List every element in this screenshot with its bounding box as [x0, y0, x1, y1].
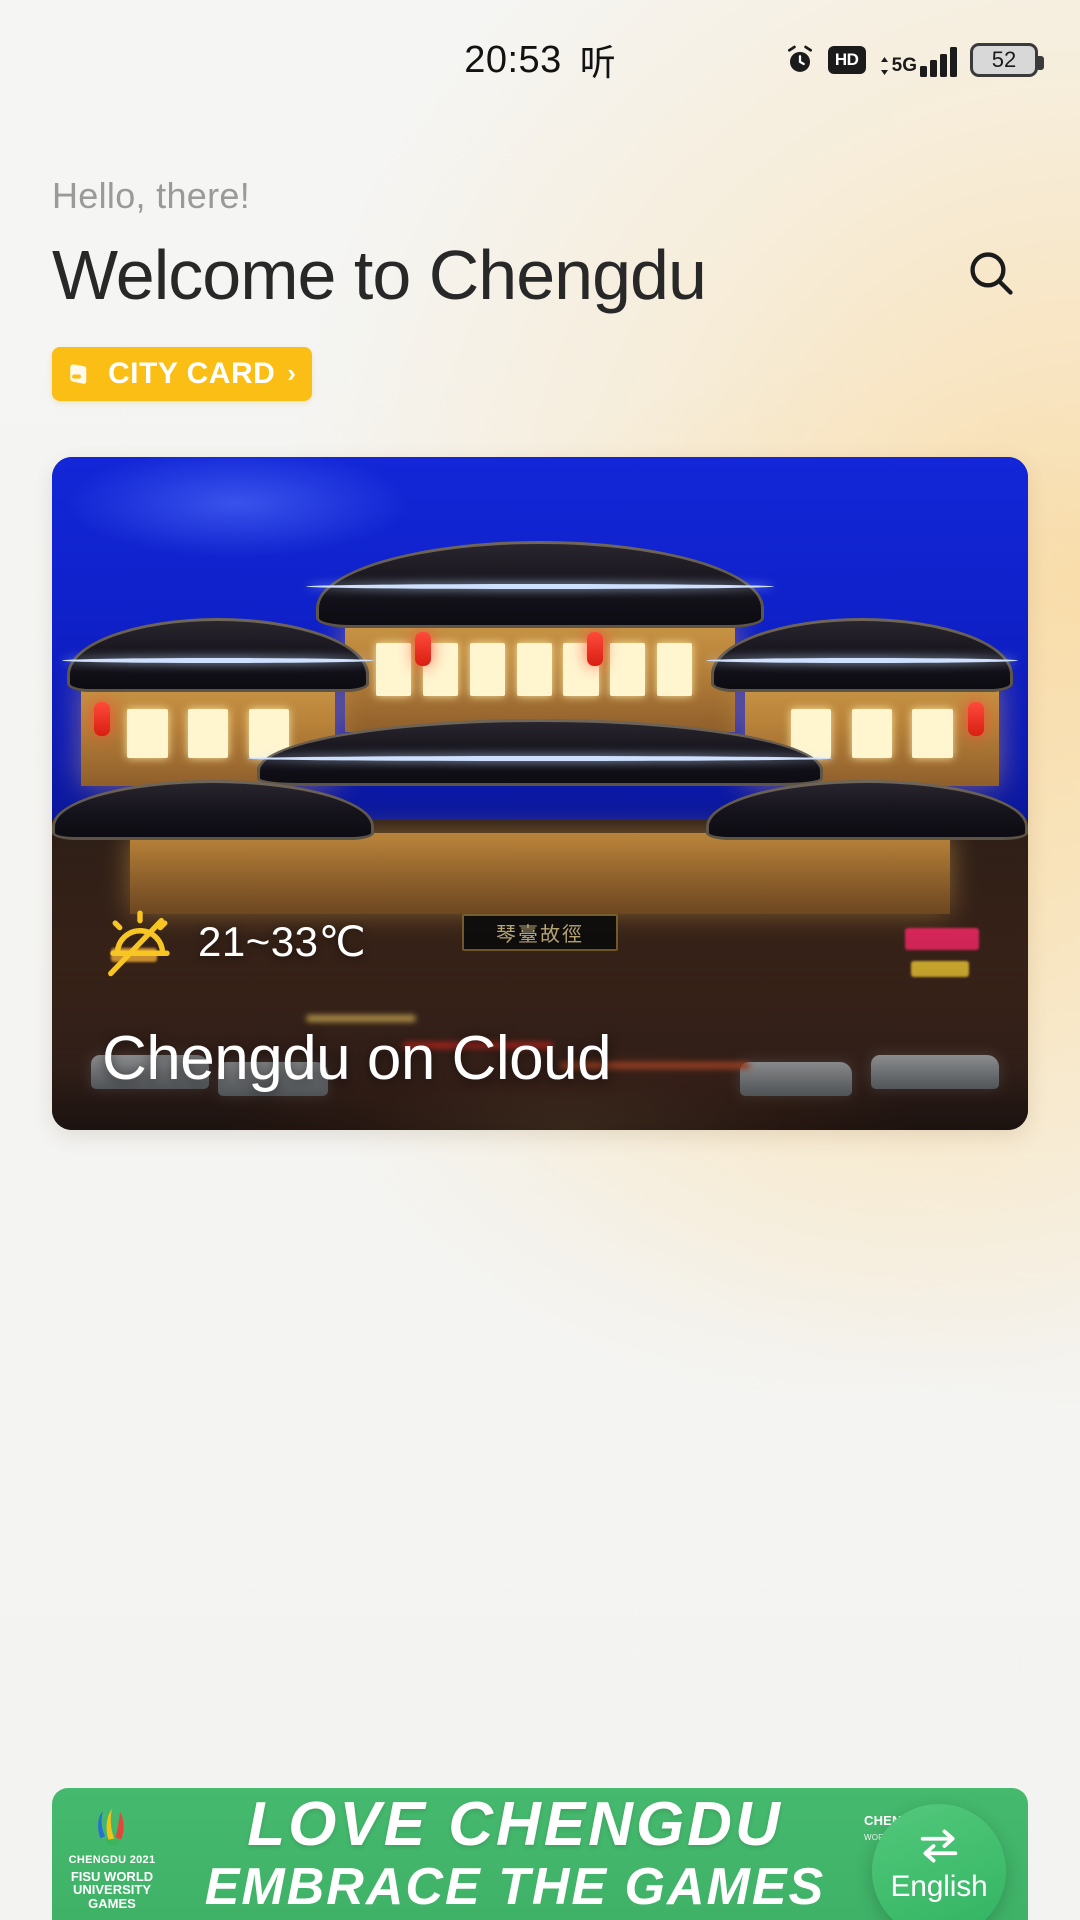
language-label: English	[890, 1870, 988, 1903]
hd-icon: HD	[827, 46, 866, 74]
banner-line-1: LOVE CHENGDU	[247, 1789, 783, 1859]
panorama-camera-icon	[868, 1271, 984, 1392]
city-card-label: CITY CARD	[108, 356, 276, 390]
category-item-recreation[interactable]: Recreation	[297, 1217, 526, 1519]
star-circle-icon	[353, 1271, 469, 1392]
alarm-clock-icon	[785, 45, 815, 75]
hero-card[interactable]: 琴臺故徑 21~33℃ Chengdu on Cloud	[52, 456, 1028, 1130]
network-type-label: 5G	[891, 55, 917, 76]
search-button[interactable]	[960, 245, 1022, 307]
status-bar-icons: HD 5G 52	[785, 0, 1044, 120]
battery-level-label: 52	[991, 47, 1017, 72]
category-item-scenic-area[interactable]: Scenic Area	[40, 1217, 268, 1519]
swap-arrows-icon	[916, 1826, 962, 1866]
category-tile[interactable]	[554, 1217, 783, 1446]
hero-title: Chengdu on Cloud	[102, 1023, 612, 1093]
title-row: Welcome to Chengdu	[52, 236, 1028, 314]
banner-logo-caption: CHENGDU 2021	[68, 1853, 156, 1866]
category-tile[interactable]	[811, 1217, 1040, 1446]
hero-weather: 21~33℃	[104, 906, 366, 978]
chengdu-games-logo-icon	[89, 1804, 135, 1850]
category-tile[interactable]	[297, 1217, 526, 1446]
pagination-dot[interactable]	[563, 1570, 585, 1593]
banner-text: LOVE CHENGDU EMBRACE THE GAMES	[172, 1789, 858, 1916]
category-label: 720	[894, 1475, 958, 1518]
video-camera-icon	[611, 1271, 727, 1392]
category-item-720[interactable]: 720	[811, 1217, 1040, 1519]
pagination-dot-active[interactable]	[495, 1570, 541, 1593]
status-bar: 20:53 听 HD 5G 52	[0, 0, 1080, 120]
search-icon	[965, 247, 1017, 304]
hero-temperature: 21~33℃	[198, 918, 367, 965]
network-signal-icon: 5G	[879, 43, 957, 77]
data-transfer-icon	[880, 56, 888, 75]
category-label: Recreation	[320, 1475, 503, 1518]
city-card-button[interactable]: CITY CARD ›	[52, 346, 312, 401]
category-label: Video	[620, 1475, 717, 1518]
sunrise-icon	[104, 906, 176, 978]
status-carrier-glyph: 听	[579, 43, 616, 84]
category-tile[interactable]	[40, 1217, 268, 1446]
greeting-text: Hello, there!	[52, 175, 250, 216]
hero-building-center	[344, 618, 736, 733]
signal-bars-icon	[920, 47, 957, 77]
status-time: 20:53	[464, 38, 562, 81]
category-item-video[interactable]: Video	[554, 1217, 783, 1519]
banner-fisu-text: FISU WORLD UNIVERSITY GAMES	[70, 1868, 154, 1911]
category-grid: Scenic Area Recreation Video 720	[0, 1130, 1080, 1519]
banner-line-2: EMBRACE THE GAMES	[204, 1857, 826, 1916]
promo-banner[interactable]: CHENGDU 2021 FISU WORLD UNIVERSITY GAMES…	[52, 1788, 1028, 1920]
chevron-right-icon: ›	[287, 358, 296, 388]
status-bar-center: 20:53 听	[464, 34, 616, 86]
page-header: Hello, there! Welcome to Chengdu CITY CA…	[0, 120, 1080, 401]
network-5g-label-group: 5G	[879, 56, 917, 75]
mountain-landscape-icon	[96, 1271, 212, 1392]
battery-icon: 52	[970, 43, 1044, 77]
page-title: Welcome to Chengdu	[52, 236, 707, 314]
category-label: Scenic Area	[53, 1475, 255, 1518]
banner-logos: CHENGDU 2021 FISU WORLD UNIVERSITY GAMES	[52, 1788, 172, 1920]
carousel-pagination[interactable]	[0, 1570, 1080, 1593]
wallet-card-icon	[66, 358, 98, 390]
